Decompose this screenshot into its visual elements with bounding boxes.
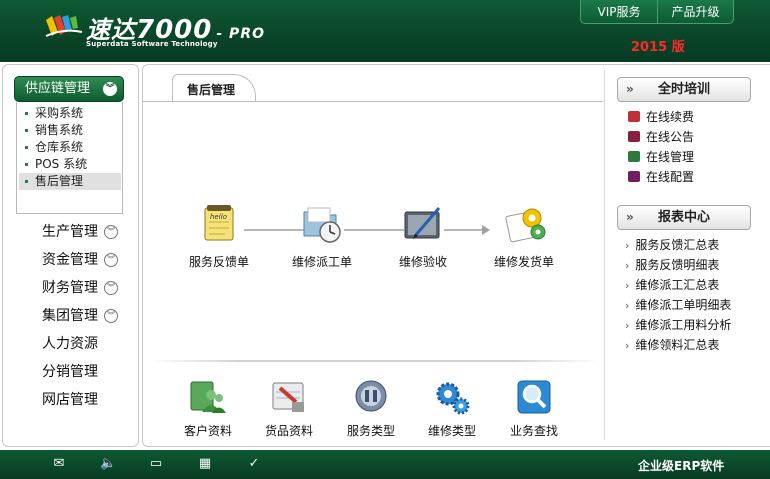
chevron-down-icon: ︾ <box>104 225 118 239</box>
tool-business-search[interactable]: 业务查找 <box>496 378 572 439</box>
report-link-dispatch-summary[interactable]: › 维修派工汇总表 <box>625 277 719 294</box>
top-links: VIP服务 产品升级 <box>580 0 734 24</box>
check-icon[interactable]: ✓ <box>246 456 262 472</box>
app-footer: ✉ 🔈 ▭ ▦ ✓ 企业级ERP软件 <box>0 450 770 479</box>
book-icon <box>628 131 640 142</box>
bullet-icon <box>25 129 28 132</box>
chevron-down-icon: ︾ <box>104 281 118 295</box>
service-icon <box>355 380 387 412</box>
tab-after-sales[interactable]: 售后管理 <box>172 74 256 102</box>
report-link-feedback-summary[interactable]: › 服务反馈汇总表 <box>625 237 719 254</box>
flow-repair-dispatch[interactable]: 维修派工单 <box>282 202 362 270</box>
goods-icon <box>272 382 304 412</box>
double-chevron-right-icon: » <box>626 82 634 96</box>
sidebar-subitem-warehouse[interactable]: 仓库系统 <box>19 139 121 156</box>
sidebar-subitem-sales[interactable]: 销售系统 <box>19 122 121 139</box>
logo-icon <box>45 15 83 37</box>
chevron-right-icon: › <box>625 319 630 332</box>
double-chevron-right-icon: » <box>626 210 634 224</box>
chevron-right-icon: › <box>625 259 630 272</box>
pen-tablet-icon <box>404 207 441 239</box>
section-divider <box>150 360 600 362</box>
right-column-separator <box>604 70 605 440</box>
tool-service-type[interactable]: 服务类型 <box>333 378 409 439</box>
tool-customers[interactable]: 客户资料 <box>170 378 246 439</box>
sidebar-item-eshop[interactable]: 网店管理 <box>42 389 132 411</box>
sidebar-group-supply-chain[interactable]: 供应链管理 ︾ <box>14 76 124 102</box>
bullet-icon <box>25 112 28 115</box>
footer-tagline: 企业级ERP软件 <box>638 459 725 473</box>
sidebar-subitem-purchase[interactable]: 采购系统 <box>19 105 121 122</box>
sidebar-item-group[interactable]: 集团管理 ︾ <box>42 305 132 327</box>
notepad-icon: hello <box>204 205 234 241</box>
sidebar-item-finance[interactable]: 财务管理 ︾ <box>42 277 132 299</box>
bullet-icon <box>25 163 28 166</box>
flow-service-feedback[interactable]: hello 服务反馈单 <box>179 202 259 270</box>
bullet-icon <box>25 146 28 149</box>
product-upgrade-link[interactable]: 产品升级 <box>658 0 734 24</box>
training-item-manage[interactable]: 在线管理 <box>628 149 694 165</box>
customers-icon <box>190 381 226 413</box>
book-icon <box>628 111 640 122</box>
book-icon[interactable]: ▭ <box>148 456 164 472</box>
gear-document-icon <box>505 208 546 243</box>
brand-subtitle: Superdata Software Technology <box>86 40 218 48</box>
version-year: 2015 版 <box>631 40 685 55</box>
tab-underline <box>143 101 603 102</box>
flow-repair-acceptance[interactable]: 维修验收 <box>383 202 463 270</box>
gears-icon <box>436 382 470 415</box>
report-header-button[interactable]: » 报表中心 <box>617 205 751 230</box>
sidebar-subitem-pos[interactable]: POS 系统 <box>19 156 121 173</box>
folder-clock-icon <box>303 207 341 243</box>
chevron-right-icon: › <box>625 299 630 312</box>
chevron-right-icon: › <box>625 239 630 252</box>
training-item-notice[interactable]: 在线公告 <box>628 129 694 145</box>
supply-chain-submenu: 采购系统 销售系统 仓库系统 POS 系统 售后管理 <box>16 102 123 214</box>
tool-repair-type[interactable]: 维修类型 <box>414 378 490 439</box>
tool-goods[interactable]: 货品资料 <box>251 378 327 439</box>
sidebar-subitem-after-sales[interactable]: 售后管理 <box>19 173 121 190</box>
report-link-material-summary[interactable]: › 维修领料汇总表 <box>625 337 719 354</box>
chevron-down-icon: ︾ <box>103 82 117 96</box>
report-link-feedback-detail[interactable]: › 服务反馈明细表 <box>625 257 719 274</box>
svg-text:hello: hello <box>210 213 227 221</box>
app-header: 速达7000- PRO Superdata Software Technolog… <box>0 0 770 62</box>
bullet-icon <box>25 180 28 183</box>
chevron-right-icon: › <box>625 339 630 352</box>
sidebar: 供应链管理 ︾ 采购系统 销售系统 仓库系统 POS 系统 售后管理 生产管理 ︾… <box>0 62 140 450</box>
training-header-button[interactable]: » 全时培训 <box>617 77 751 102</box>
report-link-material-analysis[interactable]: › 维修派工用料分析 <box>625 317 731 334</box>
book-icon <box>628 171 640 182</box>
sidebar-item-production[interactable]: 生产管理 ︾ <box>42 221 132 243</box>
magnifier-icon <box>517 380 551 414</box>
report-link-dispatch-detail[interactable]: › 维修派工单明细表 <box>625 297 731 314</box>
speaker-icon[interactable]: 🔈 <box>100 456 116 472</box>
training-item-config[interactable]: 在线配置 <box>628 169 694 185</box>
chevron-down-icon: ︾ <box>104 309 118 323</box>
sidebar-item-hr[interactable]: 人力资源 <box>42 333 132 355</box>
vip-service-link[interactable]: VIP服务 <box>580 0 658 24</box>
mail-icon[interactable]: ✉ <box>51 456 67 472</box>
sidebar-item-funds[interactable]: 资金管理 ︾ <box>42 249 132 271</box>
calculator-icon[interactable]: ▦ <box>197 456 213 472</box>
training-item-renewal[interactable]: 在线续费 <box>628 109 694 125</box>
book-icon <box>628 151 640 162</box>
chevron-right-icon: › <box>625 279 630 292</box>
flow-repair-delivery[interactable]: 维修发货单 <box>484 202 564 270</box>
chevron-down-icon: ︾ <box>104 253 118 267</box>
sidebar-item-distribution[interactable]: 分销管理 <box>42 361 132 383</box>
